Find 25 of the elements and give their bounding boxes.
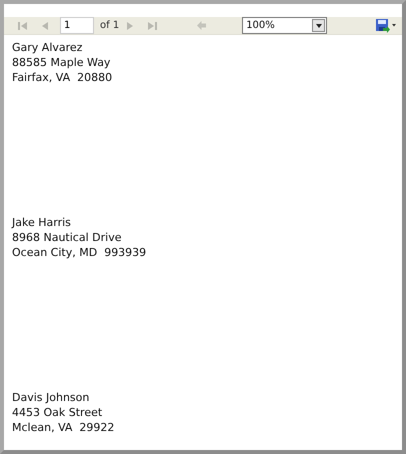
- next-page-icon: [127, 20, 134, 30]
- address-line: 4453 Oak Street: [12, 405, 104, 420]
- address-line: Jake Harris: [12, 215, 72, 230]
- next-page-button[interactable]: [127, 20, 134, 30]
- back-button[interactable]: [197, 21, 206, 30]
- address-line: 8968 Nautical Drive: [12, 230, 122, 245]
- address-line: 88585 Maple Way: [12, 55, 112, 70]
- address-line: Fairfax, VA 20880: [12, 70, 114, 85]
- last-page-icon: [147, 20, 158, 30]
- first-page-button[interactable]: [18, 20, 28, 30]
- address-line: Mclean, VA 29922: [12, 420, 116, 435]
- address-line: Gary Alvarez: [12, 40, 84, 55]
- address-line: Davis Johnson: [12, 390, 90, 405]
- previous-page-button[interactable]: [42, 20, 48, 30]
- page-number-field[interactable]: 1: [60, 17, 94, 34]
- first-page-icon: [18, 20, 28, 30]
- save-icon: [376, 18, 396, 32]
- address-line: Ocean City, MD 993939: [12, 245, 148, 260]
- previous-page-icon: [42, 20, 48, 30]
- zoom-dropdown[interactable]: 100%: [242, 17, 328, 34]
- last-page-button[interactable]: [147, 20, 158, 30]
- caret-icon: [316, 24, 322, 28]
- back-arrow-icon: [197, 21, 206, 30]
- export-button[interactable]: [376, 18, 396, 32]
- page-count: of 1: [100, 20, 120, 31]
